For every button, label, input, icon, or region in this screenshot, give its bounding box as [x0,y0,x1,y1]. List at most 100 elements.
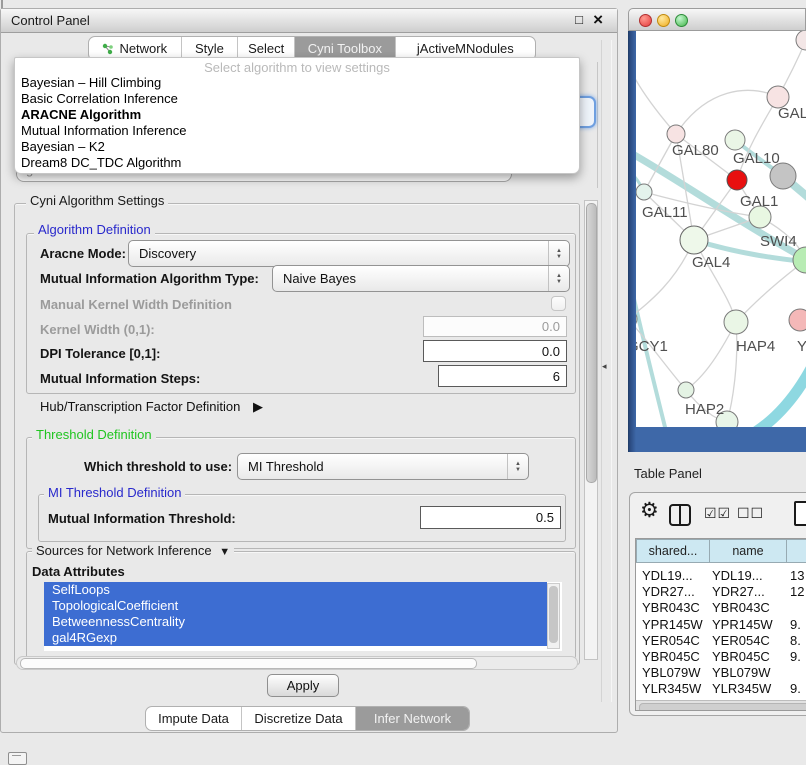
node-red[interactable] [727,170,747,190]
kernel-width-field[interactable]: 0.0 [423,316,567,337]
algorithm-option-bayesian-hill-climbing[interactable]: Bayesian – Hill Climbing [15,75,579,91]
expander-right-arrow-icon: ▶ [253,399,263,414]
panel-toggle-icon[interactable] [8,752,27,765]
svg-text:Y: Y [797,338,806,355]
hub-expander-label: Hub/Transcription Factor Definition [40,399,240,414]
aracne-mode-combo[interactable]: Discovery ▲▼ [128,240,570,267]
data-attributes-label: Data Attributes [32,564,125,579]
panel-edge-line2 [611,40,612,702]
svg-text:SWI4: SWI4 [760,233,797,250]
which-threshold-label: Which threshold to use: [84,459,232,474]
combo-stepper-icon: ▲▼ [507,454,528,479]
node-hap2[interactable] [678,382,694,398]
sources-group-title[interactable]: Sources for Network Inference ▼ [32,543,234,558]
screen: { "control_panel": { "title": "Control P… [0,0,806,762]
algorithm-option-aracne[interactable]: ARACNE Algorithm [15,107,579,123]
network-graph: GAL GAL80 GAL10 GAL11 GAL1 GAL4 SWI4 GCY… [636,31,806,427]
list-item-betweenness[interactable]: BetweennessCentrality [44,614,547,630]
split-columns-icon[interactable] [669,504,691,526]
algorithm-option-basic-correlation[interactable]: Basic Correlation Inference [15,91,579,107]
tab-impute-data[interactable]: Impute Data [146,707,241,730]
table-panel: ⚙ ☑☑ ☐☐ shared... name A YDL19... YDL19.… [629,492,806,716]
tab-discretize-data[interactable]: Discretize Data [241,707,355,730]
mi-threshold-label: Mutual Information Threshold: [48,511,236,526]
svg-text:HAP4: HAP4 [736,338,775,355]
which-threshold-combo[interactable]: MI Threshold ▲▼ [237,453,529,480]
svg-text:GAL10: GAL10 [733,150,780,167]
mi-steps-field[interactable]: 6 [438,365,567,387]
splitter-collapse-arrow-icon[interactable]: ◂ [602,361,607,372]
settings-scrollbar[interactable] [584,200,598,660]
algorithm-option-dream8[interactable]: Dream8 DC_TDC Algorithm [15,155,579,171]
algorithm-dropdown-placeholder: Select algorithm to view settings [15,60,579,75]
node-gal80[interactable] [667,125,685,143]
table-hscrollbar-thumb[interactable] [639,703,806,711]
close-icon[interactable]: × [593,10,603,30]
tab-infer-network[interactable]: Infer Network [355,707,469,730]
table-panel-title: Table Panel [634,466,702,481]
settings-hscrollbar-thumb[interactable] [20,658,477,669]
network-view-frame: GAL GAL80 GAL10 GAL11 GAL1 GAL4 SWI4 GCY… [628,31,806,452]
algorithm-option-mutual-information[interactable]: Mutual Information Inference [15,123,579,139]
settings-scrollbar-thumb[interactable] [586,203,597,483]
list-item-topological[interactable]: TopologicalCoefficient [44,598,547,614]
node-gal4[interactable] [680,226,708,254]
minimize-button[interactable] [657,14,670,27]
network-icon [102,43,114,55]
mi-type-combo[interactable]: Naive Bayes ▲▼ [272,265,570,292]
svg-text:GAL80: GAL80 [672,142,719,159]
table-hscrollbar[interactable] [636,700,806,711]
document-icon[interactable] [794,501,806,526]
node-gal11[interactable] [636,184,652,200]
aracne-mode-label: Aracne Mode: [40,246,126,261]
tab-network-label: Network [119,41,167,56]
close-button[interactable] [639,14,652,27]
manual-kernel-checkbox[interactable] [551,296,566,311]
dpi-tolerance-label: DPI Tolerance [0,1]: [40,346,160,361]
node-gal10[interactable] [725,130,745,150]
dpi-tolerance-field[interactable]: 0.0 [423,340,567,362]
list-item-selfloops[interactable]: SelfLoops [44,582,547,598]
deselect-all-icon[interactable]: ☐☐ [737,505,764,522]
manual-kernel-label: Manual Kernel Width Definition [40,297,232,312]
expander-down-arrow-icon: ▼ [219,546,230,558]
data-attributes-list: SelfLoops TopologicalCoefficient Between… [44,582,562,651]
zoom-button[interactable] [675,14,688,27]
mi-threshold-field[interactable]: 0.5 [420,506,561,529]
network-nodes [636,31,806,427]
column-header-name[interactable]: name [709,539,787,563]
cyni-settings-group-title: Cyni Algorithm Settings [26,193,168,208]
float-window-icon[interactable]: □ [575,12,583,27]
list-item-gal4rgexp[interactable]: gal4RGexp [44,630,547,646]
algorithm-dropdown-popup: Select algorithm to view settings Bayesi… [14,57,580,174]
node-top-right[interactable] [796,31,806,50]
list-scrollbar-thumb[interactable] [549,586,558,643]
column-header-shared-name[interactable]: shared... [636,539,710,563]
control-panel-titlebar: Control Panel □ × [1,9,617,33]
combo-stepper-icon: ▲▼ [548,266,569,291]
hidden-groupbox-edge [597,62,598,188]
attribute-table: shared... name A YDL19... YDL19... 13 YD… [635,538,806,711]
select-all-icon[interactable]: ☑☑ [704,505,731,522]
algorithm-option-bayesian-k2[interactable]: Bayesian – K2 [15,139,579,155]
svg-text:GAL11: GAL11 [642,204,688,221]
settings-hscrollbar[interactable] [16,656,578,670]
node-hap4[interactable] [724,310,748,334]
mi-threshold-group-title: MI Threshold Definition [44,485,185,500]
mi-steps-label: Mutual Information Steps: [40,371,200,386]
svg-text:GAL4: GAL4 [692,254,730,271]
mi-type-label: Mutual Information Algorithm Type: [40,271,259,286]
node-y-pink[interactable] [789,309,806,331]
list-scrollbar[interactable] [547,583,560,649]
svg-text:HAP2: HAP2 [685,401,724,418]
svg-text:GCY1: GCY1 [636,338,668,355]
cyni-bottom-tabbar: Impute Data Discretize Data Infer Networ… [145,706,470,731]
apply-button[interactable]: Apply [267,674,339,697]
kernel-width-label: Kernel Width (0,1): [40,322,155,337]
network-window-titlebar[interactable] [628,8,806,31]
threshold-group-title: Threshold Definition [32,427,156,442]
hub-expander[interactable]: Hub/Transcription Factor Definition ▶ [40,399,263,415]
gear-icon[interactable]: ⚙ [640,498,659,523]
network-canvas[interactable]: GAL GAL80 GAL10 GAL11 GAL1 GAL4 SWI4 GCY… [636,31,806,427]
column-header-cutoff[interactable]: A [786,539,806,563]
